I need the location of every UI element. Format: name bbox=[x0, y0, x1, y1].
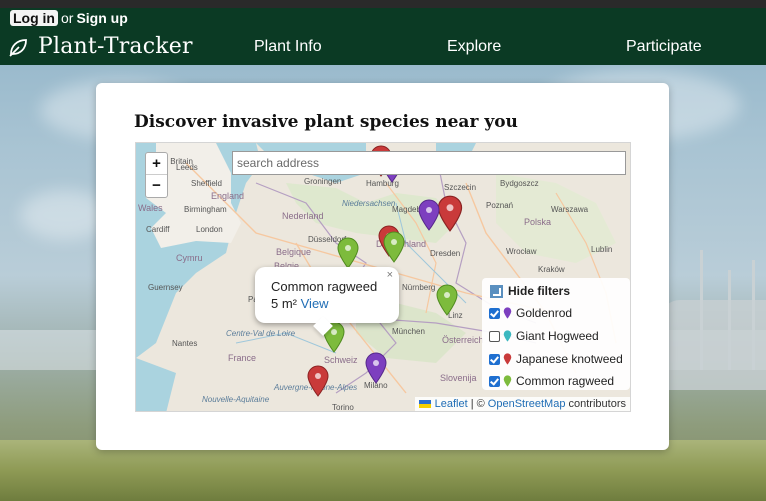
hide-filters-toggle[interactable]: Hide filters bbox=[490, 284, 570, 298]
common-ragweed-marker[interactable] bbox=[382, 231, 406, 263]
brand[interactable]: Plant-Tracker bbox=[8, 34, 193, 59]
attribution-suffix: contributors bbox=[568, 398, 626, 410]
filter-item-japanese-knotweed[interactable]: Japanese knotweed bbox=[489, 352, 623, 366]
nav-participate[interactable]: Participate bbox=[626, 38, 702, 56]
map-label: Österreich bbox=[442, 335, 484, 345]
map-label: Nouvelle-Aquitaine bbox=[202, 395, 270, 404]
auth-links: Log in or Sign up bbox=[10, 10, 128, 26]
leaf-icon bbox=[9, 38, 27, 57]
map-label: München bbox=[392, 327, 425, 336]
popup-area: 5 m² bbox=[271, 296, 297, 311]
map-attribution: Leaflet | © OpenStreetMap contributors bbox=[414, 397, 630, 411]
main-card: Discover invasive plant species near you bbox=[96, 83, 669, 450]
filter-label: Common ragweed bbox=[516, 374, 615, 388]
map-label: Nürnberg bbox=[402, 283, 436, 292]
nav-plant-info[interactable]: Plant Info bbox=[254, 38, 322, 56]
map-label: Leeds bbox=[176, 163, 198, 172]
popup-close-button[interactable]: × bbox=[387, 269, 393, 281]
filter-checkbox[interactable] bbox=[489, 353, 500, 365]
map-label: France bbox=[228, 353, 257, 363]
filter-label: Goldenrod bbox=[516, 306, 573, 320]
filter-checkbox[interactable] bbox=[489, 375, 500, 387]
japanese-knotweed-pin-icon bbox=[503, 353, 512, 365]
zoom-control: + − bbox=[145, 152, 168, 198]
signup-link[interactable]: Sign up bbox=[76, 10, 127, 26]
filter-label: Japanese knotweed bbox=[516, 352, 623, 366]
map-label: Bydgoszcz bbox=[500, 179, 539, 188]
map-label: Cymru bbox=[176, 253, 203, 263]
top-navbar: Log in or Sign up Plant-Tracker Plant Info… bbox=[0, 8, 766, 65]
nav-explore[interactable]: Explore bbox=[447, 38, 501, 56]
filter-item-common-ragweed[interactable]: Common ragweed bbox=[489, 374, 614, 388]
giant-hogweed-pin-icon bbox=[503, 330, 512, 342]
map-label: Cardiff bbox=[146, 225, 170, 234]
brand-name: Plant-Tracker bbox=[38, 34, 193, 59]
map-label: Kraków bbox=[538, 265, 565, 274]
map-label: Dresden bbox=[430, 249, 461, 258]
map-label: Slovenija bbox=[440, 373, 477, 383]
map-label: Schweiz bbox=[324, 355, 358, 365]
map-label: Torino bbox=[332, 403, 354, 412]
map-label: Warszawa bbox=[551, 205, 589, 214]
zoom-out-button[interactable]: − bbox=[146, 175, 167, 197]
or-text: or bbox=[61, 10, 74, 26]
goldenrod-marker[interactable] bbox=[364, 352, 388, 384]
map-label: London bbox=[196, 225, 223, 234]
popup-plant-name: Common ragweed bbox=[271, 279, 378, 294]
filter-checkbox[interactable] bbox=[489, 307, 500, 319]
osm-link[interactable]: OpenStreetMap bbox=[488, 398, 566, 410]
map-label: Sheffield bbox=[191, 179, 222, 188]
map-label: Polska bbox=[524, 217, 552, 227]
page-title: Discover invasive plant species near you bbox=[134, 112, 518, 132]
hide-filters-label: Hide filters bbox=[508, 284, 571, 298]
leaflet-link[interactable]: Leaflet bbox=[435, 398, 468, 410]
browser-top-strip bbox=[0, 0, 766, 8]
map-label: Lublin bbox=[591, 245, 613, 254]
map-label: Niedersachsen bbox=[342, 199, 396, 208]
map-label: Poznań bbox=[486, 201, 514, 210]
collapse-icon bbox=[490, 284, 503, 298]
goldenrod-pin-icon bbox=[503, 307, 512, 319]
popup-view-link[interactable]: View bbox=[301, 296, 329, 311]
map-label: England bbox=[211, 191, 245, 201]
common-ragweed-marker[interactable] bbox=[435, 284, 459, 316]
marker-popup: × Common ragweed 5 m² View bbox=[255, 267, 399, 336]
map-label: Szczecin bbox=[444, 183, 477, 192]
map-label: Wales bbox=[138, 203, 163, 213]
map-view[interactable]: Great Britain Leeds Sheffield Birmingham… bbox=[135, 142, 631, 412]
filter-checkbox[interactable] bbox=[489, 330, 500, 342]
map-label: Guernsey bbox=[148, 283, 183, 292]
filter-item-goldenrod[interactable]: Goldenrod bbox=[489, 306, 572, 320]
japanese-knotweed-marker[interactable] bbox=[306, 365, 330, 397]
map-label: Groningen bbox=[304, 177, 342, 186]
ukraine-flag-icon bbox=[418, 400, 431, 408]
filter-panel: Hide filters Goldenrod Giant Hogweed Jap… bbox=[482, 278, 630, 390]
filter-label: Giant Hogweed bbox=[516, 329, 599, 343]
common-ragweed-pin-icon bbox=[503, 375, 512, 387]
map-label: Nantes bbox=[172, 339, 198, 348]
map-label: Wrocław bbox=[506, 247, 537, 256]
map-label: Nederland bbox=[282, 211, 324, 221]
filter-item-giant-hogweed[interactable]: Giant Hogweed bbox=[489, 329, 599, 343]
map-label: Centre-Val de Loire bbox=[226, 329, 296, 338]
attribution-separator: | © bbox=[470, 398, 485, 410]
goldenrod-marker[interactable] bbox=[417, 199, 441, 231]
zoom-in-button[interactable]: + bbox=[146, 153, 167, 175]
map-label: Belgique bbox=[276, 247, 312, 257]
map-label: Birmingham bbox=[184, 205, 227, 214]
search-input[interactable] bbox=[232, 151, 626, 175]
common-ragweed-marker[interactable] bbox=[336, 237, 360, 269]
login-button[interactable]: Log in bbox=[10, 10, 58, 26]
